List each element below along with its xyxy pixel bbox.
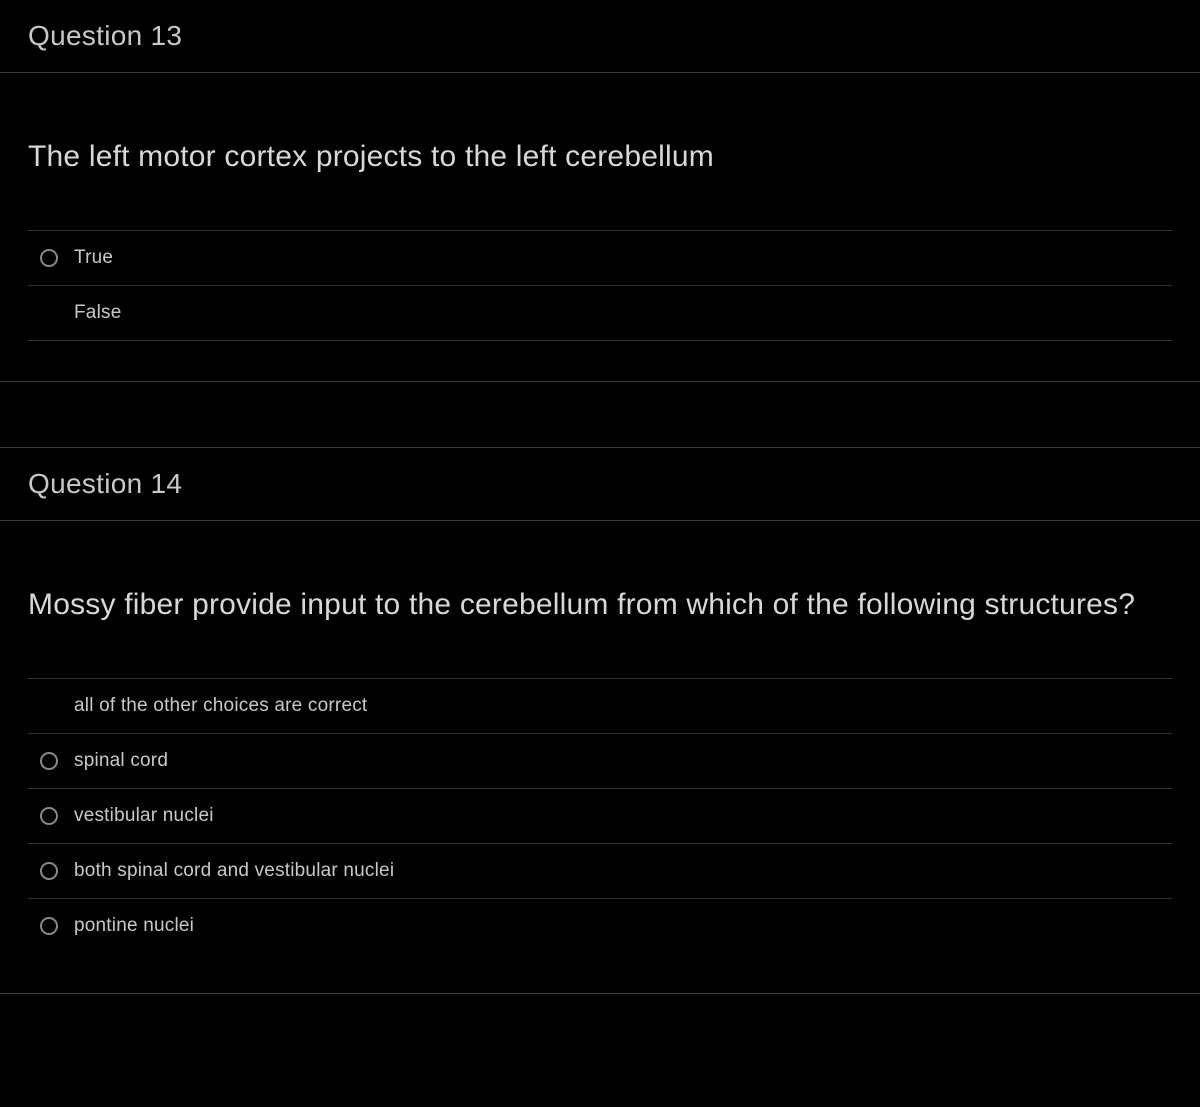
question-header: Question 13 [0, 0, 1200, 73]
answer-label: both spinal cord and vestibular nuclei [74, 860, 394, 882]
answer-option-false[interactable]: False [28, 285, 1172, 341]
answer-option-spinal-cord[interactable]: spinal cord [28, 733, 1172, 788]
status-badge [1096, 18, 1172, 54]
question-body: The left motor cortex projects to the le… [0, 73, 1200, 230]
radio-icon [40, 249, 58, 267]
answer-label: True [74, 247, 113, 269]
answer-option-pontine[interactable]: pontine nuclei [28, 898, 1172, 953]
answer-label: pontine nuclei [74, 915, 194, 937]
radio-icon [40, 752, 58, 770]
radio-placeholder [40, 697, 58, 715]
radio-placeholder [40, 304, 58, 322]
answer-label: False [74, 302, 121, 324]
question-text: Mossy fiber provide input to the cerebel… [28, 579, 1172, 630]
question-block-14: Question 14 Mossy fiber provide input to… [0, 447, 1200, 994]
status-badge [1096, 466, 1172, 502]
question-body: Mossy fiber provide input to the cerebel… [0, 521, 1200, 678]
answer-option-both[interactable]: both spinal cord and vestibular nuclei [28, 843, 1172, 898]
section-gap [0, 382, 1200, 447]
radio-icon [40, 807, 58, 825]
question-block-13: Question 13 The left motor cortex projec… [0, 0, 1200, 382]
question-text: The left motor cortex projects to the le… [28, 131, 1172, 182]
answer-list: all of the other choices are correct spi… [0, 678, 1200, 993]
answer-label: spinal cord [74, 750, 168, 772]
answer-list: True False [0, 230, 1200, 381]
question-title: Question 14 [28, 468, 182, 500]
answer-option-vestibular[interactable]: vestibular nuclei [28, 788, 1172, 843]
question-title: Question 13 [28, 20, 182, 52]
answer-option-true[interactable]: True [28, 230, 1172, 285]
answer-label: vestibular nuclei [74, 805, 214, 827]
radio-icon [40, 862, 58, 880]
radio-icon [40, 917, 58, 935]
answer-option-all[interactable]: all of the other choices are correct [28, 678, 1172, 733]
answer-label: all of the other choices are correct [74, 695, 367, 717]
question-header: Question 14 [0, 448, 1200, 521]
